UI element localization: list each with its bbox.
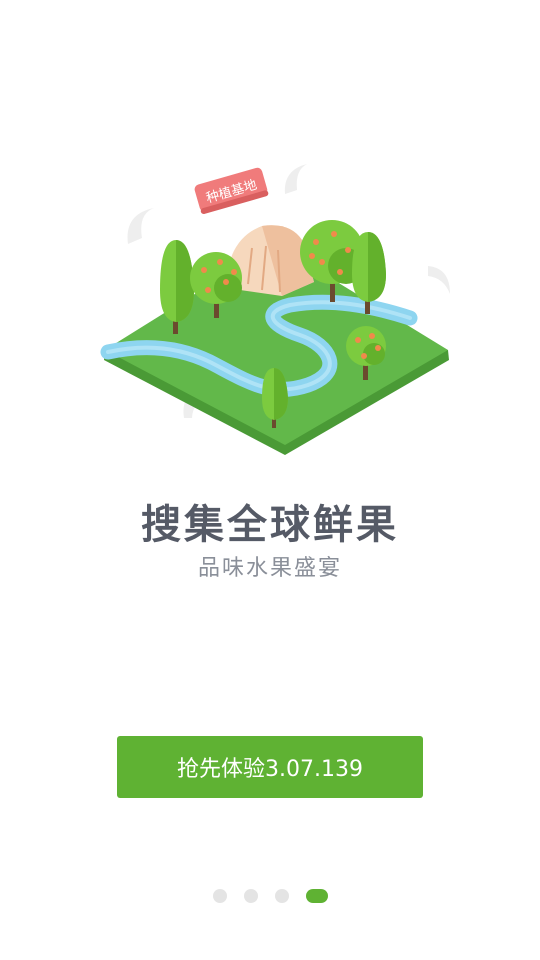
try-now-button[interactable]: 抢先体验3.07.139 bbox=[117, 736, 423, 798]
subline: 品味水果盛宴 bbox=[197, 556, 342, 581]
plantation-sign: 种植基地 bbox=[194, 167, 269, 215]
page-dot-3[interactable] bbox=[274, 889, 289, 903]
page-indicator bbox=[0, 888, 540, 904]
headline: 搜集全球鲜果 bbox=[141, 502, 399, 548]
page-dot-4-active[interactable] bbox=[305, 889, 328, 903]
farm-illustration: 种植基地 bbox=[100, 164, 450, 455]
page-dot-1[interactable] bbox=[212, 889, 227, 903]
page-dot-2[interactable] bbox=[243, 889, 258, 903]
